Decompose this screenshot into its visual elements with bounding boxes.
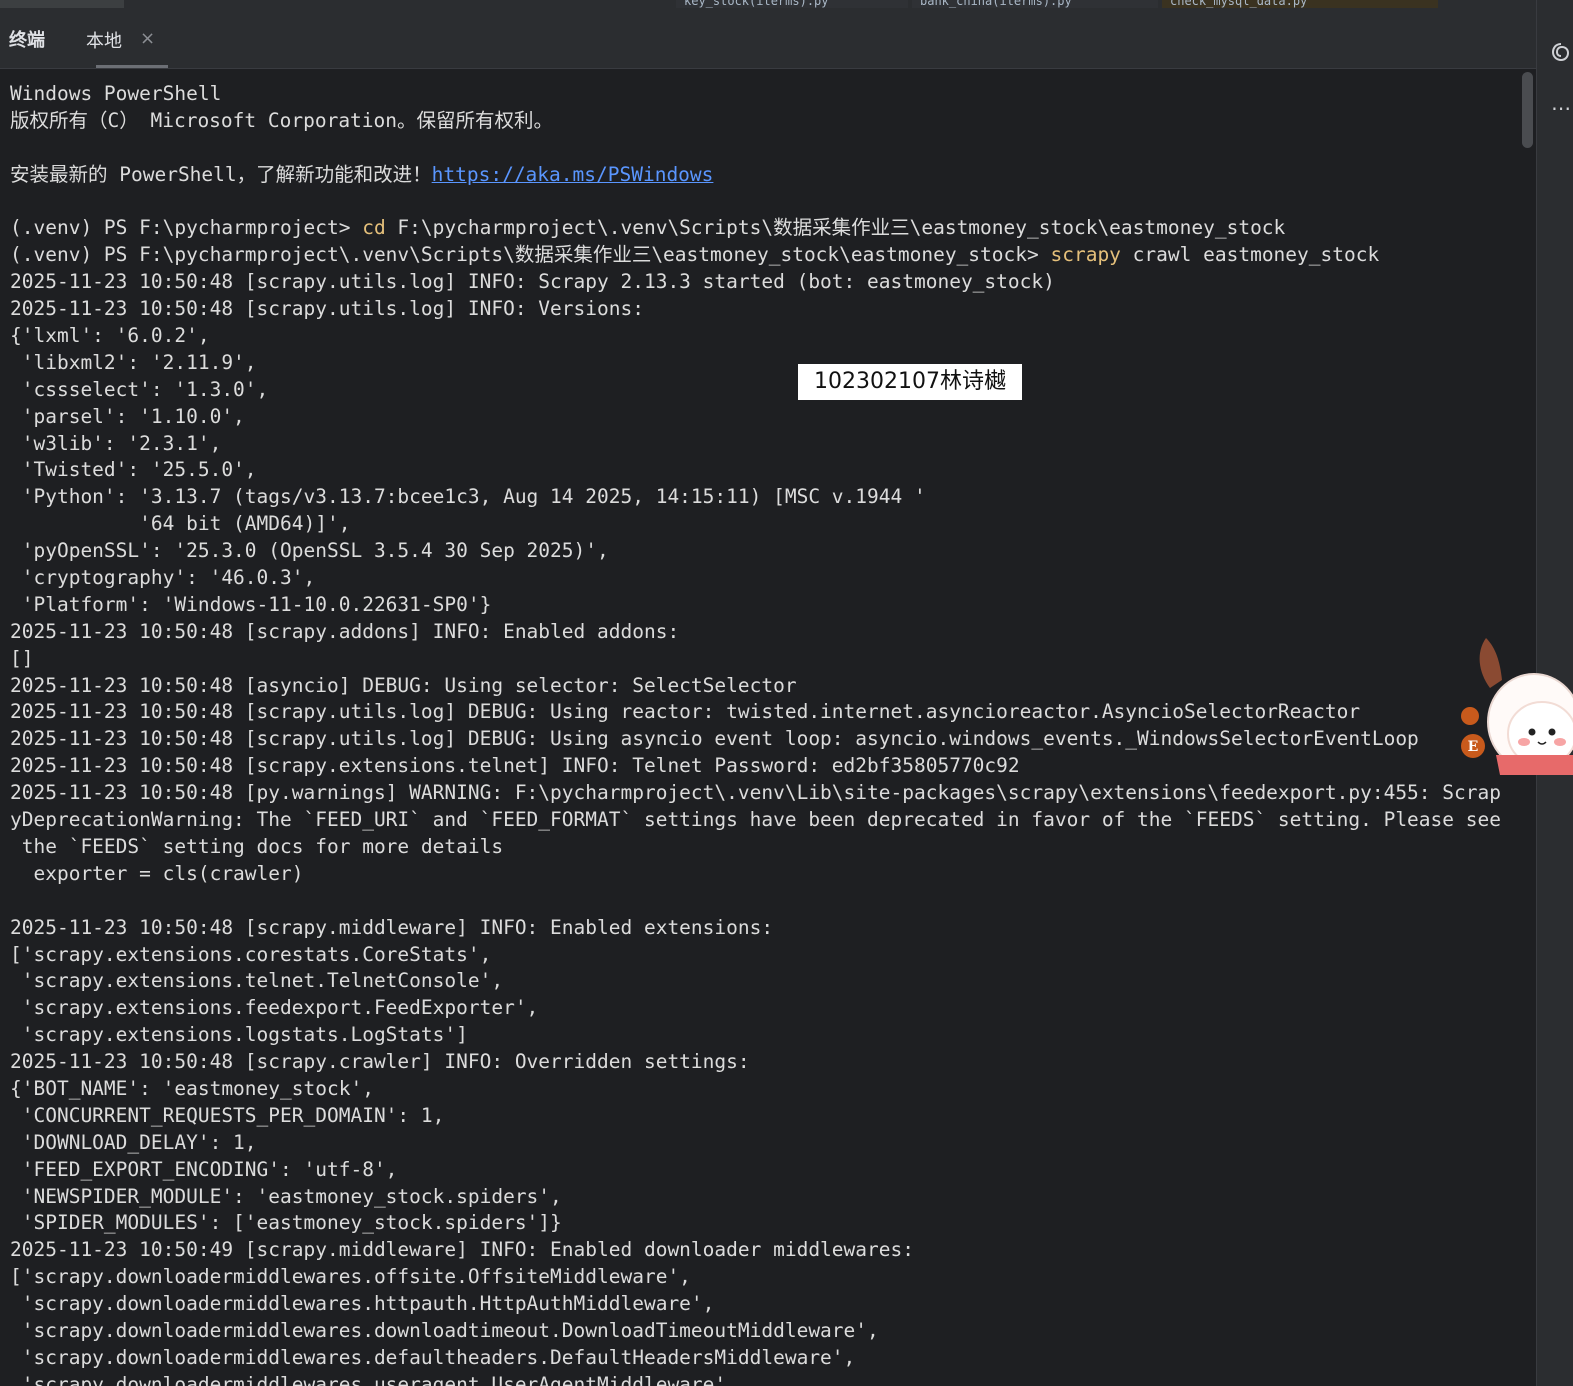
- terminal-line: 'CONCURRENT_REQUESTS_PER_DOMAIN': 1,: [10, 1103, 445, 1127]
- install-text: 安装最新的 PowerShell，了解新功能和改进！: [10, 162, 432, 186]
- more-icon[interactable]: ⋯: [1551, 96, 1571, 120]
- terminal-line: 'scrapy.extensions.logstats.LogStats']: [10, 1023, 468, 1047]
- terminal-line: []: [10, 646, 34, 670]
- terminal-line: 'scrapy.extensions.telnet.TelnetConsole'…: [10, 969, 504, 993]
- terminal-line: 2025-11-23 10:50:48 [py.warnings] WARNIN…: [10, 781, 1501, 805]
- terminal-line: 2025-11-23 10:50:48 [scrapy.middleware] …: [10, 915, 774, 939]
- terminal-line: 'FEED_EXPORT_ENCODING': 'utf-8',: [10, 1157, 398, 1181]
- terminal-line: 'libxml2': '2.11.9',: [10, 350, 257, 374]
- session-tab-label: 本地: [86, 31, 122, 52]
- terminal-line: {'lxml': '6.0.2',: [10, 324, 210, 348]
- terminal-line: 'SPIDER_MODULES': ['eastmoney_stock.spid…: [10, 1211, 562, 1235]
- command: cd: [362, 216, 386, 240]
- editor-tab[interactable]: bank_china(iterms).py: [912, 0, 1158, 8]
- terminal-line: 2025-11-23 10:50:48 [scrapy.addons] INFO…: [10, 619, 680, 643]
- editor-tab-label: check_mysql_data.py: [1170, 0, 1308, 8]
- editor-tab-label: bank_china(iterms).py: [920, 0, 1072, 8]
- terminal-line: yDeprecationWarning: The `FEED_URI` and …: [10, 808, 1501, 832]
- active-tab-indicator: [96, 65, 168, 68]
- terminal-line: {'BOT_NAME': 'eastmoney_stock',: [10, 1076, 374, 1100]
- terminal-line: ['scrapy.downloadermiddlewares.offsite.O…: [10, 1265, 691, 1289]
- terminal-line: 2025-11-23 10:50:49 [scrapy.middleware] …: [10, 1238, 914, 1262]
- terminal-line: 'pyOpenSSL': '25.3.0 (OpenSSL 3.5.4 30 S…: [10, 539, 609, 563]
- terminal-line: 'scrapy.downloadermiddlewares.httpauth.H…: [10, 1292, 715, 1316]
- terminal-line: 'Platform': 'Windows-11-10.0.22631-SP0'}: [10, 592, 492, 616]
- terminal-line: 'cssselect': '1.3.0',: [10, 377, 269, 401]
- terminal-line: Windows PowerShell: [10, 82, 222, 105]
- command-args: crawl eastmoney_stock: [1120, 243, 1380, 267]
- ide-window: key_stock(iterms).py bank_china(iterms).…: [0, 0, 1573, 1386]
- terminal-line: (.venv) PS F:\pycharmproject\.venv\Scrip…: [10, 242, 1501, 269]
- prompt: (.venv) PS F:\pycharmproject>: [10, 216, 363, 240]
- terminal-line: the `FEEDS` setting docs for more detail…: [10, 834, 504, 858]
- terminal-line: ['scrapy.extensions.corestats.CoreStats'…: [10, 942, 492, 966]
- bunny-sticker-icon: E: [1461, 638, 1573, 775]
- terminal-line: 'scrapy.downloadermiddlewares.defaulthea…: [10, 1345, 856, 1369]
- terminal-line: 'DOWNLOAD_DELAY': 1,: [10, 1130, 257, 1154]
- terminal-line: 'w3lib': '2.3.1',: [10, 431, 222, 455]
- terminal-line: exporter = cls(crawler): [10, 861, 304, 885]
- terminal-line: 'scrapy.downloadermiddlewares.downloadti…: [10, 1318, 879, 1342]
- prompt: (.venv) PS F:\pycharmproject\.venv\Scrip…: [10, 243, 1051, 267]
- terminal-line: 2025-11-23 10:50:48 [scrapy.crawler] INF…: [10, 1050, 750, 1074]
- command: scrapy: [1050, 243, 1121, 267]
- terminal-line: '64 bit (AMD64)]',: [10, 512, 351, 536]
- tool-window-title: 终端: [9, 30, 45, 51]
- terminal-line: 'Python': '3.13.7 (tags/v3.13.7:bcee1c3,…: [10, 485, 926, 509]
- terminal-line: 安装最新的 PowerShell，了解新功能和改进！https://aka.ms…: [10, 162, 1501, 189]
- terminal-line: 'Twisted': '25.5.0',: [10, 458, 257, 482]
- terminal-line: 'parsel': '1.10.0',: [10, 404, 245, 428]
- editor-tab[interactable]: key_stock(iterms).py: [676, 0, 908, 8]
- terminal-line: 2025-11-23 10:50:48 [scrapy.utils.log] I…: [10, 270, 1055, 294]
- terminal-line: 2025-11-23 10:50:48 [asyncio] DEBUG: Usi…: [10, 673, 797, 697]
- terminal-line: 2025-11-23 10:50:48 [scrapy.utils.log] D…: [10, 727, 1419, 751]
- terminal-line: 'NEWSPIDER_MODULE': 'eastmoney_stock.spi…: [10, 1184, 562, 1208]
- scrollbar-thumb[interactable]: [1522, 72, 1533, 148]
- pswindows-link[interactable]: https://aka.ms/PSWindows: [432, 163, 714, 186]
- editor-tab-label: key_stock(iterms).py: [684, 0, 829, 8]
- terminal-line: 'cryptography': '46.0.3',: [10, 566, 316, 590]
- command-args: F:\pycharmproject\.venv\Scripts\数据采集作业三\…: [385, 216, 1286, 240]
- terminal-line: 'scrapy.extensions.feedexport.FeedExport…: [10, 996, 539, 1020]
- terminal-lines: Windows PowerShell 版权所有（C） Microsoft Cor…: [10, 81, 1501, 1386]
- terminal-line: 2025-11-23 10:50:48 [scrapy.utils.log] D…: [10, 700, 1361, 724]
- terminal-line: (.venv) PS F:\pycharmproject> cd F:\pych…: [10, 215, 1501, 242]
- editor-tab-active[interactable]: check_mysql_data.py: [1162, 0, 1438, 8]
- terminal-line: 'scrapy.downloadermiddlewares.useragent.…: [10, 1372, 738, 1386]
- terminal-line: 2025-11-23 10:50:48 [scrapy.extensions.t…: [10, 754, 1020, 778]
- spiral-icon[interactable]: [1551, 40, 1571, 68]
- terminal-session-tab-local[interactable]: 本地 ×: [70, 16, 168, 68]
- terminal-tool-header: 终端 本地 ×: [0, 8, 1536, 69]
- svg-text:E: E: [1468, 739, 1479, 755]
- terminal-output[interactable]: Windows PowerShell 版权所有（C） Microsoft Cor…: [0, 69, 1536, 1386]
- terminal-line: 2025-11-23 10:50:48 [scrapy.utils.log] I…: [10, 297, 644, 321]
- terminal-line: 版权所有（C） Microsoft Corporation。保留所有权利。: [10, 108, 554, 132]
- name-overlay-label: 102302107林诗樾: [798, 364, 1022, 400]
- close-icon[interactable]: ×: [140, 28, 155, 49]
